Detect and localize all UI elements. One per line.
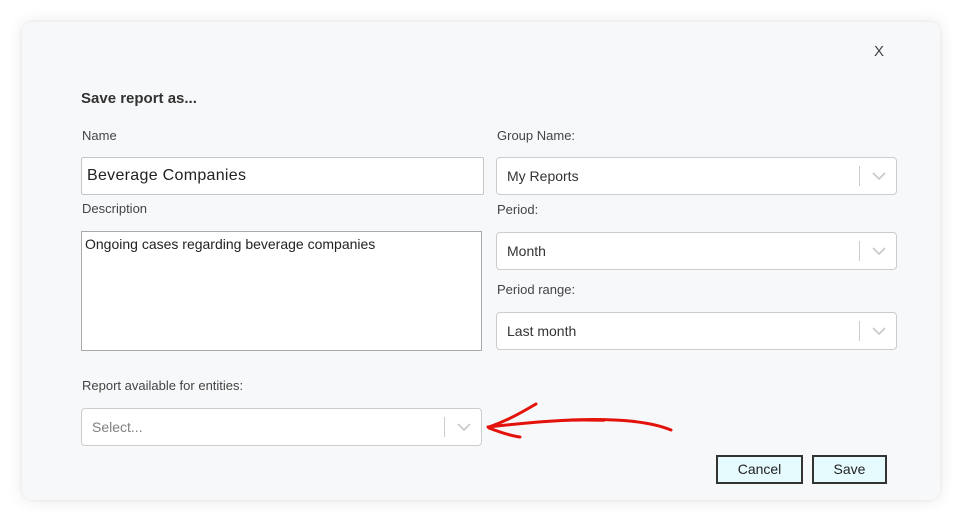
- period-select[interactable]: Month: [496, 232, 897, 270]
- select-separator: [859, 321, 860, 341]
- cancel-button[interactable]: Cancel: [716, 455, 803, 484]
- name-label: Name: [82, 128, 117, 143]
- entities-placeholder: Select...: [92, 419, 143, 435]
- period-range-select[interactable]: Last month: [496, 312, 897, 350]
- chevron-down-icon[interactable]: [871, 244, 887, 258]
- save-button[interactable]: Save: [812, 455, 887, 484]
- period-range-label: Period range:: [497, 282, 576, 297]
- group-name-select[interactable]: My Reports: [496, 157, 897, 195]
- red-arrow-annotation: [486, 402, 673, 439]
- description-label: Description: [82, 201, 148, 216]
- save-report-dialog: X Save report as... Name Beverage Compan…: [22, 22, 940, 500]
- close-button[interactable]: X: [872, 42, 886, 62]
- name-input[interactable]: Beverage Companies: [81, 157, 484, 195]
- period-label: Period:: [497, 202, 539, 217]
- chevron-down-icon[interactable]: [456, 420, 472, 434]
- select-separator: [444, 417, 445, 437]
- chevron-down-icon[interactable]: [871, 169, 887, 183]
- group-name-value: My Reports: [507, 168, 579, 184]
- select-separator: [859, 166, 860, 186]
- dialog-title: Save report as...: [81, 90, 197, 107]
- description-textarea[interactable]: Ongoing cases regarding beverage compani…: [81, 231, 482, 351]
- entities-select[interactable]: Select...: [81, 408, 482, 446]
- select-separator: [859, 241, 860, 261]
- period-range-value: Last month: [507, 323, 577, 339]
- period-value: Month: [507, 243, 546, 259]
- entities-label: Report available for entities:: [82, 378, 244, 393]
- group-name-label: Group Name:: [497, 128, 576, 143]
- chevron-down-icon[interactable]: [871, 324, 887, 338]
